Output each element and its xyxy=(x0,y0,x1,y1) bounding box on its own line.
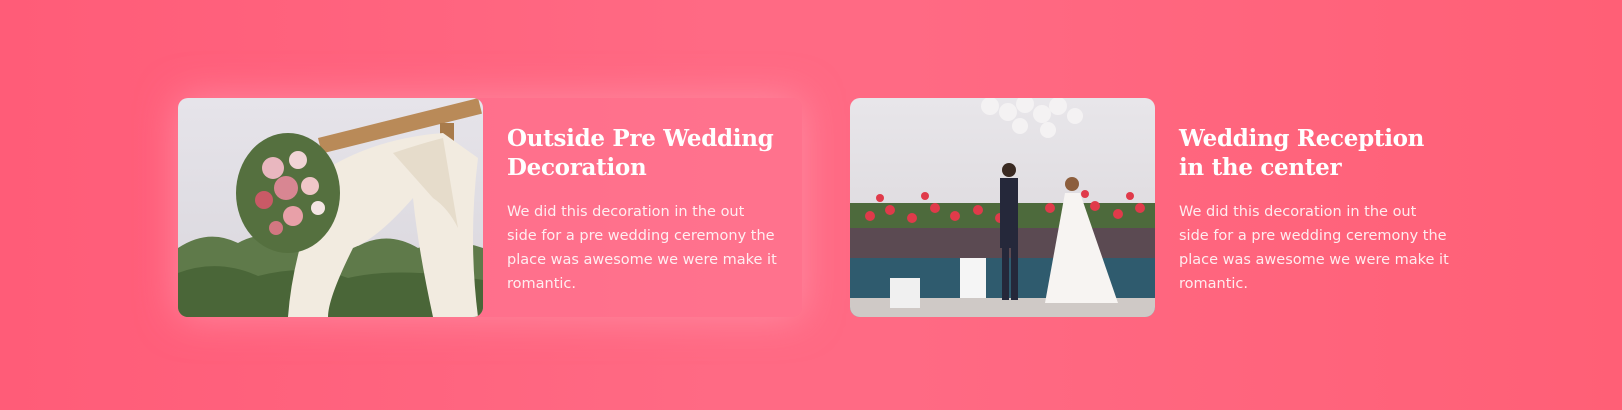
portfolio-card-reception[interactable]: Wedding Reception in the center We did t… xyxy=(850,98,1450,317)
card-content: Outside Pre Wedding Decoration We did th… xyxy=(483,98,802,317)
card-description: We did this decoration in the out side f… xyxy=(1179,204,1449,292)
card-description: We did this decoration in the out side f… xyxy=(507,204,777,292)
card-image-couple-balloons[interactable] xyxy=(850,98,1155,317)
portfolio-card-pre-wedding[interactable]: Outside Pre Wedding Decoration We did th… xyxy=(178,98,802,317)
card-content: Wedding Reception in the center We did t… xyxy=(1155,98,1473,317)
card-title[interactable]: Wedding Reception in the center xyxy=(1179,124,1449,182)
portfolio-section: Outside Pre Wedding Decoration We did th… xyxy=(0,0,1622,410)
card-title[interactable]: Outside Pre Wedding Decoration xyxy=(507,124,778,182)
card-image-wedding-arch[interactable] xyxy=(178,98,483,317)
